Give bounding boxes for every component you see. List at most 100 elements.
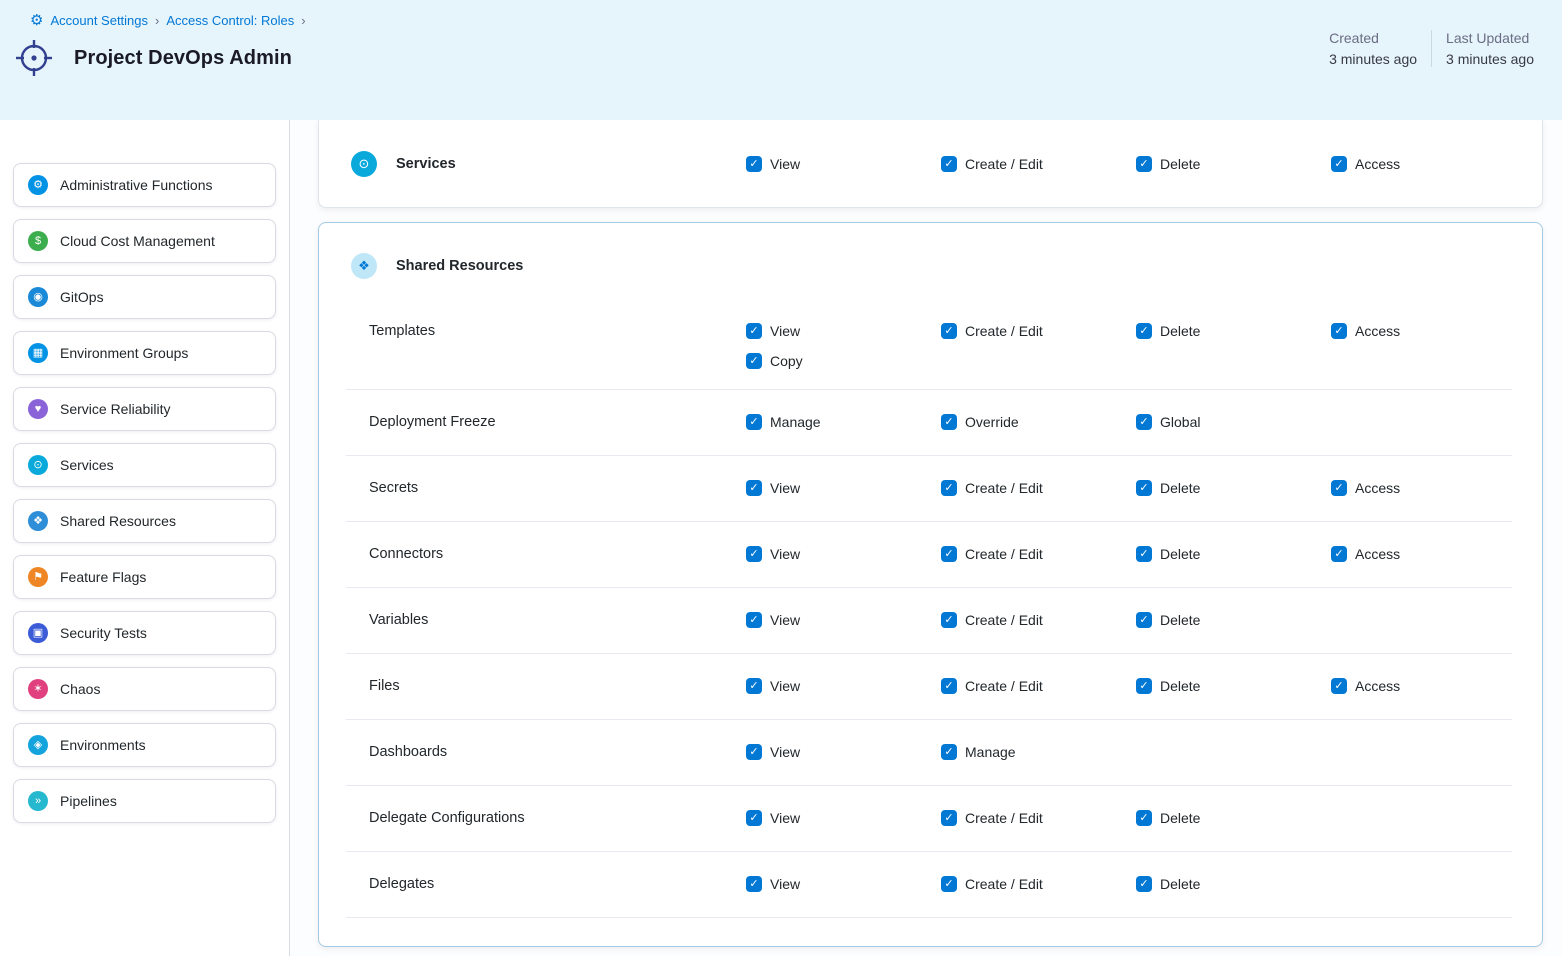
checkbox-checked-icon[interactable]: ✓ [1331, 323, 1347, 339]
checkbox-checked-icon[interactable]: ✓ [746, 876, 762, 892]
sidebar-item-feature-flags[interactable]: ⚑Feature Flags [13, 555, 276, 599]
checkbox-checked-icon[interactable]: ✓ [1136, 480, 1152, 496]
checkbox-checked-icon[interactable]: ✓ [1136, 323, 1152, 339]
checkbox-checked-icon[interactable]: ✓ [746, 612, 762, 628]
checkbox-checked-icon[interactable]: ✓ [1136, 156, 1152, 172]
sidebar-item-administrative-functions[interactable]: ⚙Administrative Functions [13, 163, 276, 207]
sidebar-item-shared-resources[interactable]: ❖Shared Resources [13, 499, 276, 543]
checkbox-checked-icon[interactable]: ✓ [941, 744, 957, 760]
permission-manage[interactable]: ✓ Manage [746, 414, 941, 430]
permission-create-edit[interactable]: ✓Create / Edit [941, 612, 1136, 628]
permission-view[interactable]: ✓View [746, 156, 941, 172]
checkbox-checked-icon[interactable]: ✓ [746, 353, 762, 369]
permission-view[interactable]: ✓View [746, 612, 941, 628]
sidebar-item-chaos[interactable]: ✶Chaos [13, 667, 276, 711]
checkbox-checked-icon[interactable]: ✓ [746, 414, 762, 430]
permission-create-edit[interactable]: ✓Create / Edit [941, 480, 1136, 496]
sidebar-item-cloud-cost-management[interactable]: $Cloud Cost Management [13, 219, 276, 263]
checkbox-checked-icon[interactable]: ✓ [1136, 810, 1152, 826]
checkbox-checked-icon[interactable]: ✓ [941, 810, 957, 826]
checkbox-checked-icon[interactable]: ✓ [746, 810, 762, 826]
checkbox-checked-icon[interactable]: ✓ [941, 156, 957, 172]
sidebar-item-services[interactable]: ⊙Services [13, 443, 276, 487]
permission-view[interactable]: ✓View [746, 744, 941, 760]
checkbox-checked-icon[interactable]: ✓ [941, 546, 957, 562]
checkbox-checked-icon[interactable]: ✓ [941, 414, 957, 430]
permission-delete[interactable]: ✓Delete [1136, 612, 1331, 628]
checkbox-checked-icon[interactable]: ✓ [746, 546, 762, 562]
sidebar-item-service-reliability[interactable]: ♥Service Reliability [13, 387, 276, 431]
checkbox-checked-icon[interactable]: ✓ [1136, 876, 1152, 892]
permission-cell: ✓View [746, 480, 941, 496]
checkbox-checked-icon[interactable]: ✓ [1136, 612, 1152, 628]
sidebar-item-security-tests[interactable]: ▣Security Tests [13, 611, 276, 655]
resource-row-files: Files✓View✓Create / Edit✓Delete✓Access [346, 654, 1512, 720]
permission-create-edit[interactable]: ✓Create / Edit [941, 546, 1136, 562]
permission-delete[interactable]: ✓Delete [1136, 156, 1331, 172]
permission-access[interactable]: ✓Access [1331, 546, 1512, 562]
checkbox-checked-icon[interactable]: ✓ [746, 323, 762, 339]
permission-delete[interactable]: ✓Delete [1136, 480, 1331, 496]
permission-view[interactable]: ✓View [746, 546, 941, 562]
checkbox-checked-icon[interactable]: ✓ [941, 876, 957, 892]
checkbox-checked-icon[interactable]: ✓ [746, 744, 762, 760]
settings-gear-icon[interactable]: ⚙ [30, 13, 43, 28]
permission-label: Access [1355, 480, 1400, 496]
breadcrumb-separator-icon: › [301, 13, 305, 28]
permission-label: Copy [770, 353, 803, 369]
sidebar-item-gitops[interactable]: ◉GitOps [13, 275, 276, 319]
breadcrumb-link-account-settings[interactable]: Account Settings [50, 13, 148, 28]
permission-global[interactable]: ✓Global [1136, 414, 1331, 430]
permission-create-edit[interactable]: ✓Create / Edit [941, 678, 1136, 694]
permission-view[interactable]: ✓View [746, 678, 941, 694]
sidebar-item-pipelines[interactable]: »Pipelines [13, 779, 276, 823]
permission-delete[interactable]: ✓Delete [1136, 323, 1331, 339]
checkbox-checked-icon[interactable]: ✓ [941, 612, 957, 628]
permission-access[interactable]: ✓Access [1331, 156, 1542, 172]
permission-access[interactable]: ✓ Access [1331, 480, 1512, 496]
permission-cell: ✓Manage [941, 744, 1136, 760]
permission-delete[interactable]: ✓Delete [1136, 876, 1331, 892]
permission-create-edit[interactable]: ✓Create / Edit [941, 323, 1136, 339]
checkbox-checked-icon[interactable]: ✓ [746, 678, 762, 694]
meta-value: 3 minutes ago [1329, 51, 1417, 67]
permission-delete[interactable]: ✓Delete [1136, 546, 1331, 562]
permission-create-edit[interactable]: ✓Create / Edit [941, 156, 1136, 172]
permission-override[interactable]: ✓Override [941, 414, 1136, 430]
permission-manage[interactable]: ✓Manage [941, 744, 1136, 760]
permission-label: Manage [770, 414, 821, 430]
checkbox-checked-icon[interactable]: ✓ [746, 156, 762, 172]
permission-create-edit[interactable]: ✓Create / Edit [941, 876, 1136, 892]
checkbox-checked-icon[interactable]: ✓ [1136, 546, 1152, 562]
meta-label: Last Updated [1446, 30, 1534, 46]
permission-delete[interactable]: ✓Delete [1136, 678, 1331, 694]
permission-label: View [770, 810, 800, 826]
checkbox-checked-icon[interactable]: ✓ [1331, 156, 1347, 172]
sidebar-item-environment-groups[interactable]: ▦Environment Groups [13, 331, 276, 375]
breadcrumb-separator-icon: › [155, 13, 159, 28]
checkbox-checked-icon[interactable]: ✓ [746, 480, 762, 496]
checkbox-checked-icon[interactable]: ✓ [941, 678, 957, 694]
checkbox-checked-icon[interactable]: ✓ [1136, 678, 1152, 694]
checkbox-checked-icon[interactable]: ✓ [1136, 414, 1152, 430]
permission-access[interactable]: ✓Access [1331, 678, 1512, 694]
permission-delete[interactable]: ✓Delete [1136, 810, 1331, 826]
checkbox-checked-icon[interactable]: ✓ [1331, 546, 1347, 562]
sidebar-item-environments[interactable]: ◈Environments [13, 723, 276, 767]
sidebar-item-label: Security Tests [60, 625, 147, 641]
services-icon: ⊙ [28, 455, 48, 475]
checkbox-checked-icon[interactable]: ✓ [1331, 678, 1347, 694]
page-body: ⚙Administrative Functions $Cloud Cost Man… [0, 120, 1562, 956]
permission-create-edit[interactable]: ✓Create / Edit [941, 810, 1136, 826]
checkbox-checked-icon[interactable]: ✓ [941, 480, 957, 496]
permission-view[interactable]: ✓ View [746, 810, 941, 826]
permission-view[interactable]: ✓View [746, 480, 941, 496]
permission-cell: ✓View [746, 546, 941, 562]
breadcrumb-link-access-control-roles[interactable]: Access Control: Roles [166, 13, 294, 28]
permission-view[interactable]: ✓View [746, 323, 941, 339]
checkbox-checked-icon[interactable]: ✓ [941, 323, 957, 339]
checkbox-checked-icon[interactable]: ✓ [1331, 480, 1347, 496]
permission-view[interactable]: ✓View [746, 876, 941, 892]
permission-access[interactable]: ✓Access [1331, 323, 1512, 339]
permission-copy[interactable]: ✓ Copy [746, 353, 941, 369]
